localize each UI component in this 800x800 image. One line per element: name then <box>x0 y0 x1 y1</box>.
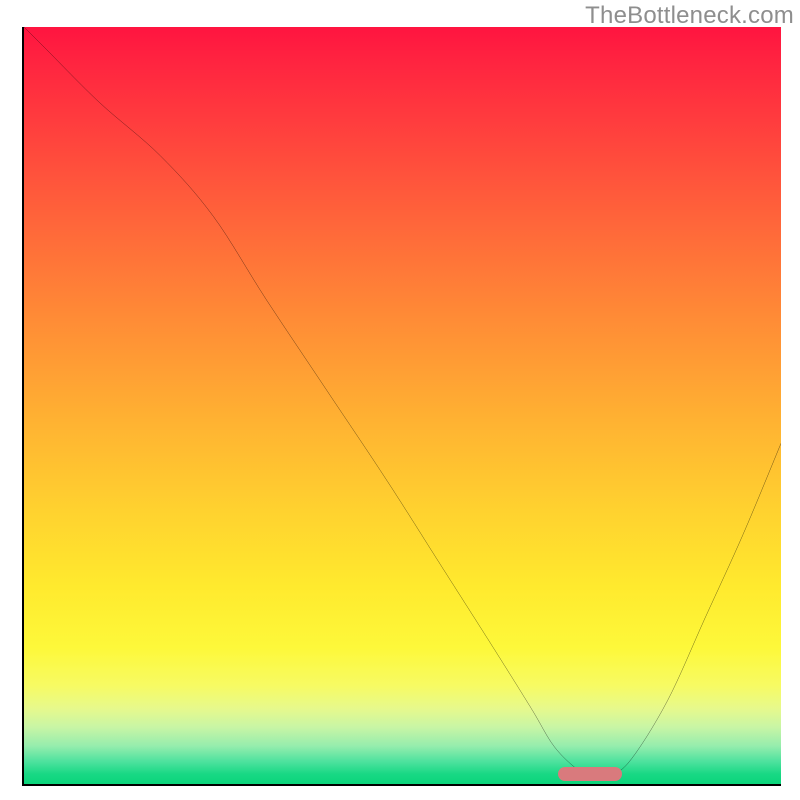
watermark-text: TheBottleneck.com <box>585 2 794 30</box>
optimal-range-marker <box>558 767 622 781</box>
plot-area <box>24 27 781 784</box>
x-axis <box>22 784 781 786</box>
y-axis <box>22 27 24 786</box>
chart-container: TheBottleneck.com <box>0 0 800 800</box>
bottleneck-curve <box>24 27 781 784</box>
